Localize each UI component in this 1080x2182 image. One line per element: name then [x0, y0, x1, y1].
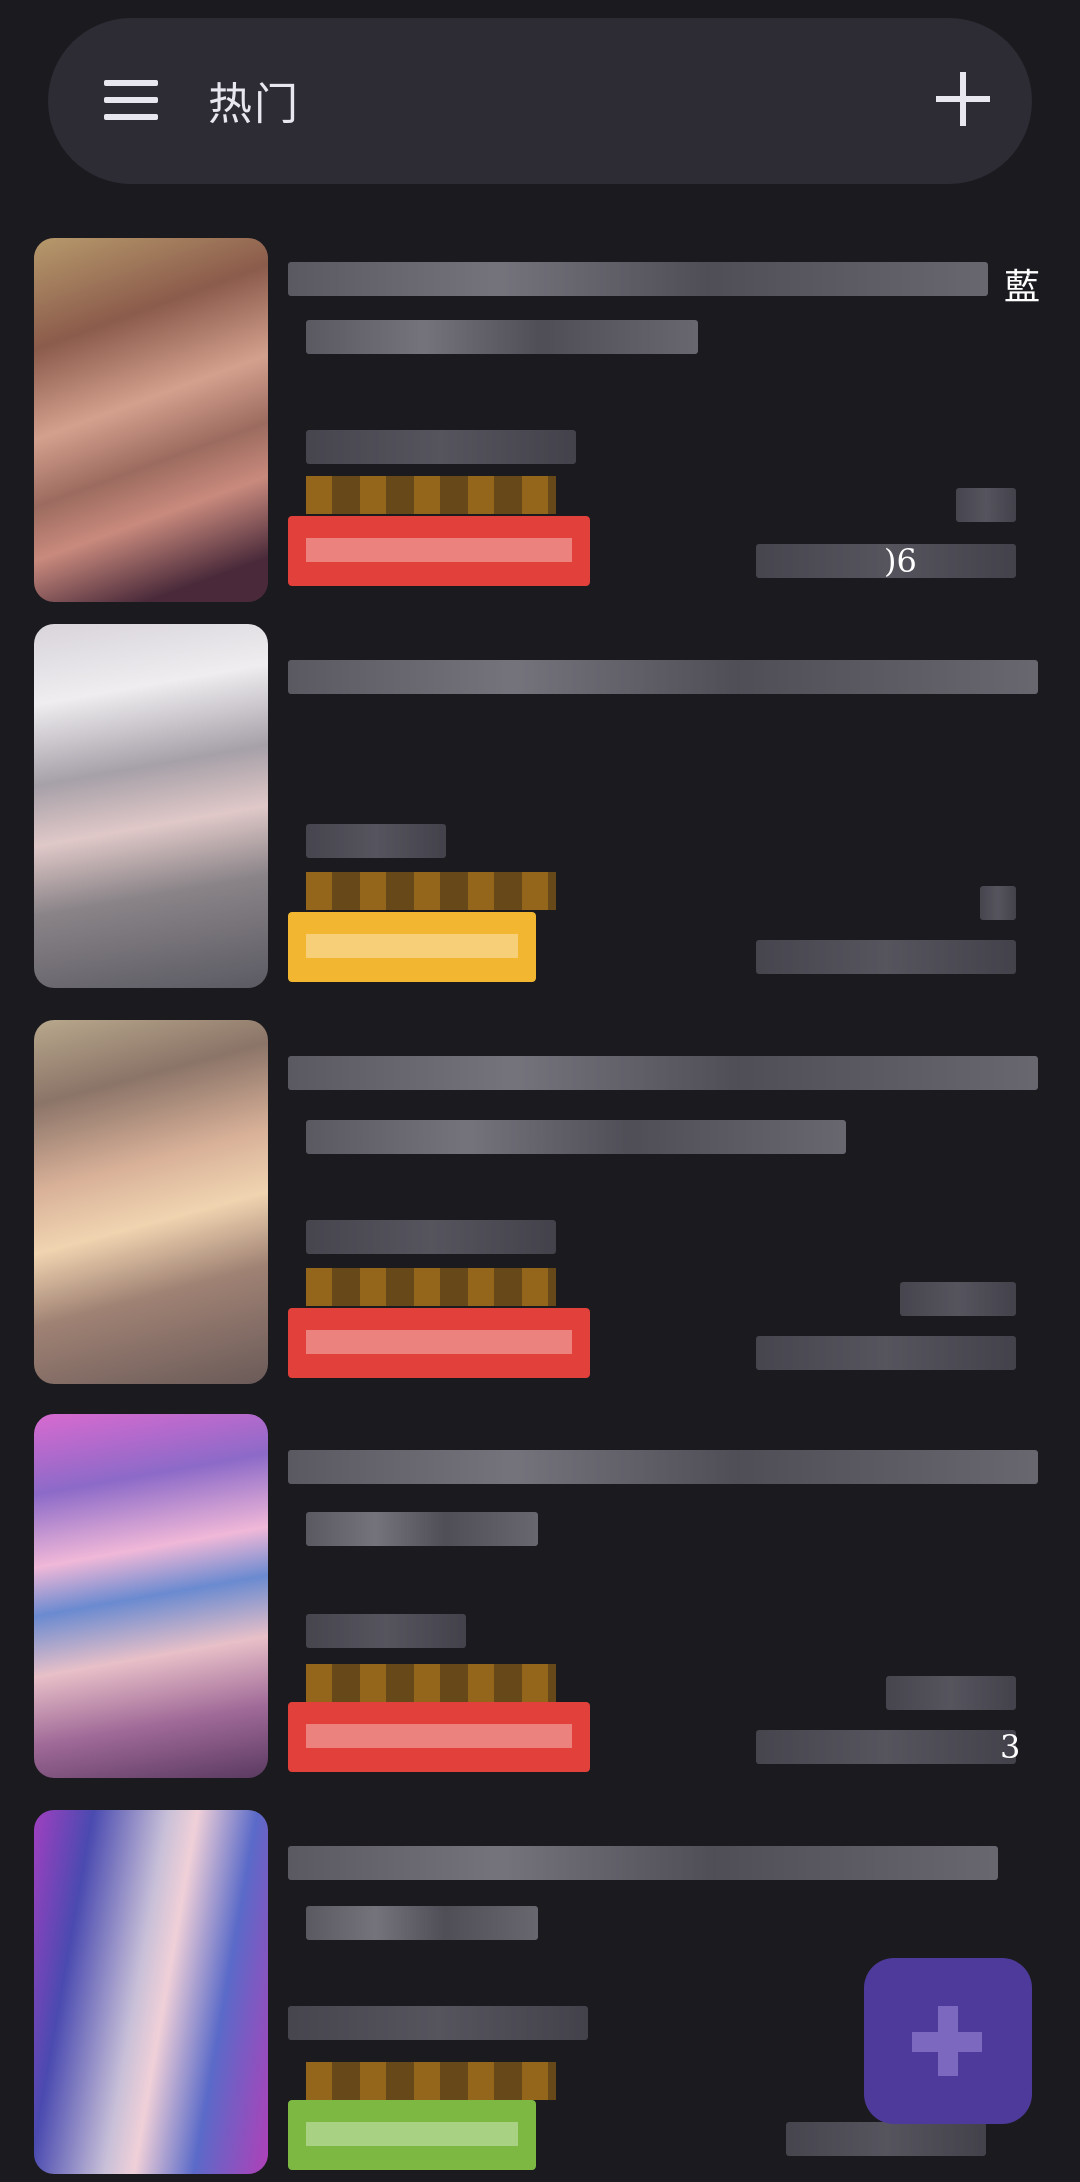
cover-image — [34, 1810, 268, 2174]
count-line — [980, 886, 1016, 920]
category-badge — [288, 2100, 536, 2170]
list-item[interactable] — [34, 1020, 1038, 1392]
title-line — [288, 262, 988, 296]
rating-stars — [306, 2062, 556, 2100]
author-line — [306, 1220, 556, 1254]
count-line — [956, 488, 1016, 522]
date-line — [756, 1336, 1016, 1370]
cover-image — [34, 1414, 268, 1778]
category-badge — [288, 1308, 590, 1378]
rating-stars — [306, 1268, 556, 1306]
count-line — [900, 1282, 1016, 1316]
title-text: 藍 — [1004, 267, 1041, 308]
date-line — [786, 2122, 986, 2156]
page-title: 热门 — [208, 79, 300, 130]
cover-image — [34, 624, 268, 988]
title-line — [288, 1056, 1038, 1090]
date-line — [756, 940, 1016, 974]
category-badge — [288, 516, 590, 586]
list-item[interactable] — [34, 624, 1038, 996]
title-line — [288, 660, 1038, 694]
rating-stars — [306, 476, 556, 514]
list-item[interactable]: 藍 )6 — [34, 238, 1040, 610]
count-line — [886, 1676, 1016, 1710]
menu-icon[interactable] — [104, 76, 160, 124]
title-line — [306, 1906, 538, 1940]
meta-text: 3 — [1000, 1728, 1021, 1766]
title-line — [306, 1120, 846, 1154]
category-badge — [288, 1702, 590, 1772]
rating-stars — [306, 872, 556, 910]
meta-text: )6 — [884, 542, 917, 580]
author-line — [306, 430, 576, 464]
list-item[interactable]: 3 — [34, 1414, 1038, 1786]
category-badge — [288, 912, 536, 982]
author-line — [306, 824, 446, 858]
title-line — [306, 320, 698, 354]
author-line — [288, 2006, 588, 2040]
add-fab-button[interactable] — [864, 1958, 1032, 2124]
title-line — [306, 1512, 538, 1546]
plus-icon[interactable] — [932, 68, 994, 130]
author-line — [306, 1614, 466, 1648]
cover-image — [34, 238, 268, 602]
rating-stars — [306, 1664, 556, 1702]
plus-icon-bar — [912, 2032, 982, 2052]
date-line — [756, 1730, 1016, 1764]
title-line — [288, 1450, 1038, 1484]
cover-image — [34, 1020, 268, 1384]
title-line — [288, 1846, 998, 1880]
top-app-bar: 热门 — [48, 18, 1032, 184]
